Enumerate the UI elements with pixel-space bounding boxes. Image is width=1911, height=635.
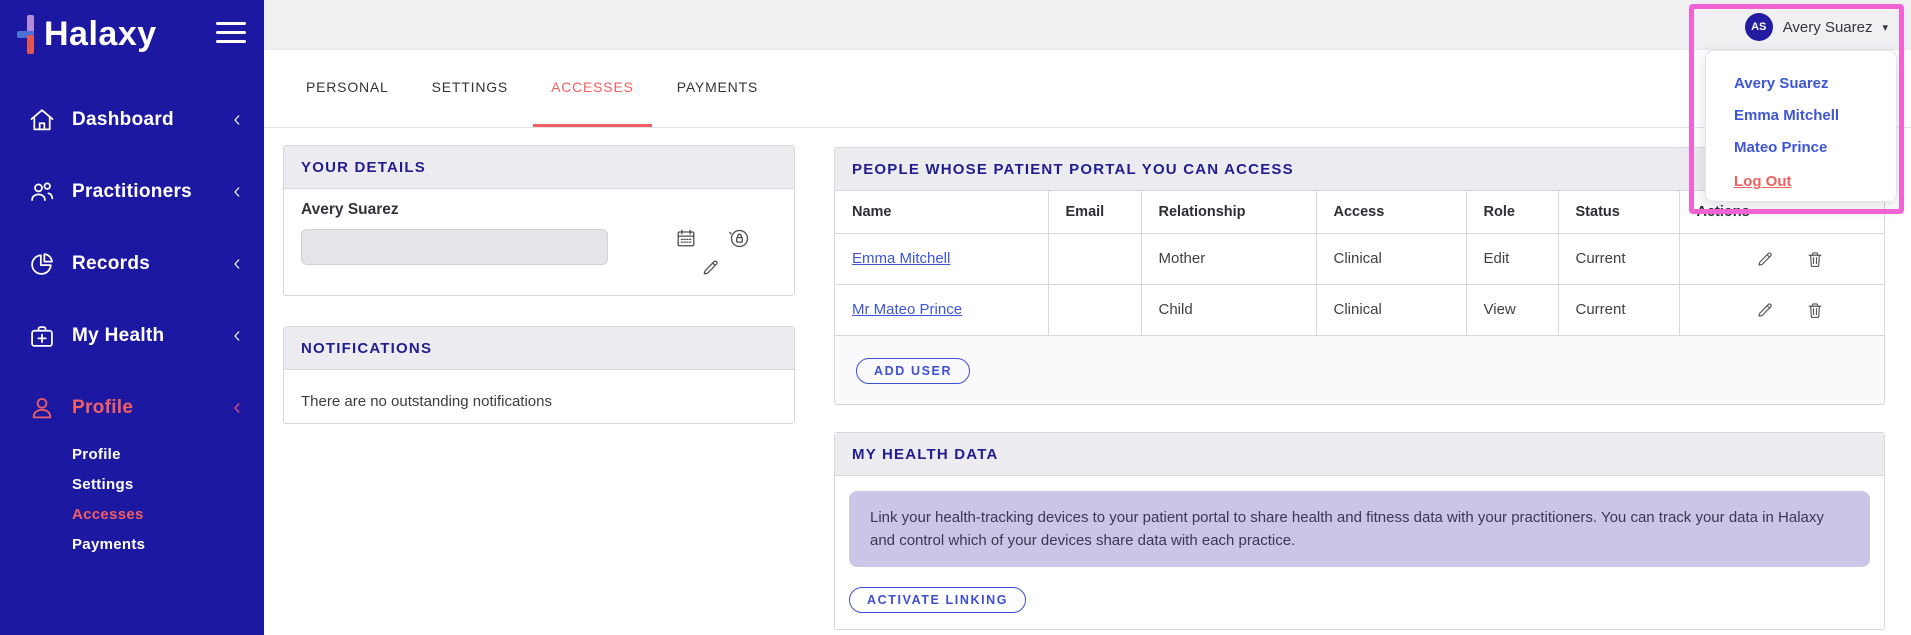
portal-access-title: PEOPLE WHOSE PATIENT PORTAL YOU CAN ACCE… <box>852 160 1294 178</box>
tab-settings[interactable]: SETTINGS <box>414 50 526 127</box>
hamburger-menu-icon[interactable] <box>216 22 246 45</box>
cell-email <box>1047 284 1142 336</box>
practitioners-icon <box>28 178 56 206</box>
edit-pencil-icon[interactable] <box>1755 249 1775 269</box>
cell-actions <box>1678 284 1884 336</box>
cell-relationship: Child <box>1140 284 1317 336</box>
tab-payments[interactable]: PAYMENTS <box>659 50 776 127</box>
sidebar-item-my-health[interactable]: My Health <box>0 300 264 372</box>
tab-personal[interactable]: PERSONAL <box>288 50 407 127</box>
reset-password-lock-icon[interactable] <box>727 226 749 248</box>
sidebar-item-records[interactable]: Records <box>0 228 264 300</box>
chevron-left-icon <box>230 329 244 343</box>
your-details-title: YOUR DETAILS <box>301 158 426 176</box>
user-dropdown-menu: Avery Suarez Emma Mitchell Mateo Prince … <box>1705 50 1897 202</box>
table-footer: ADD USER <box>835 336 1884 407</box>
notifications-message: There are no outstanding notifications <box>301 393 552 410</box>
menu-item-mateo-prince[interactable]: Mateo Prince <box>1734 132 1896 164</box>
notifications-title: NOTIFICATIONS <box>301 339 433 357</box>
cell-status: Current <box>1557 284 1680 336</box>
halaxy-logo[interactable]: Halaxy <box>16 10 157 58</box>
cell-status: Current <box>1557 233 1680 285</box>
health-linking-info: Link your health-tracking devices to you… <box>849 491 1870 567</box>
sidebar-nav: Dashboard Practitioners Records My Healt… <box>0 84 264 444</box>
cell-access: Clinical <box>1315 233 1467 285</box>
caret-down-icon: ▾ <box>1882 21 1888 34</box>
column-header-role: Role <box>1465 191 1559 234</box>
subnav-item-accesses[interactable]: Accesses <box>0 500 264 530</box>
sidebar-item-label: Records <box>72 253 151 274</box>
details-field[interactable] <box>301 229 608 265</box>
sidebar-item-practitioners[interactable]: Practitioners <box>0 156 264 228</box>
chevron-left-icon <box>230 401 244 415</box>
portal-access-table: Name Email Relationship Access Role Stat… <box>835 191 1884 336</box>
edit-pencil-icon[interactable] <box>700 257 722 279</box>
column-header-status: Status <box>1557 191 1680 234</box>
card-header: MY HEALTH DATA <box>835 433 1884 476</box>
menu-item-avery-suarez[interactable]: Avery Suarez <box>1734 68 1896 100</box>
avatar: AS <box>1744 13 1773 41</box>
delete-trash-icon[interactable] <box>1805 300 1825 320</box>
sidebar-item-label: Dashboard <box>72 109 174 130</box>
activate-linking-button[interactable]: ACTIVATE LINKING <box>849 587 1027 613</box>
my-health-icon <box>28 322 56 350</box>
your-details-card: YOUR DETAILS Avery Suarez <box>283 145 795 296</box>
cell-email <box>1047 233 1142 285</box>
my-health-data-card: MY HEALTH DATA Link your health-tracking… <box>834 432 1885 630</box>
column-header-email: Email <box>1047 191 1142 234</box>
my-health-data-body: Link your health-tracking devices to you… <box>835 476 1884 628</box>
card-header: YOUR DETAILS <box>284 146 794 189</box>
top-bar <box>264 0 1911 50</box>
chevron-left-icon <box>230 257 244 271</box>
cell-name: Mr Mateo Prince <box>835 284 1049 336</box>
chevron-left-icon <box>230 185 244 199</box>
table-row: Mr Mateo Prince Child Clinical View Curr… <box>835 284 1884 336</box>
menu-item-log-out[interactable]: Log Out <box>1734 166 1896 198</box>
my-health-data-title: MY HEALTH DATA <box>852 445 999 463</box>
table-row: Emma Mitchell Mother Clinical Edit Curre… <box>835 233 1884 285</box>
logo-text: Halaxy <box>44 14 157 53</box>
chevron-left-icon <box>230 113 244 127</box>
subnav-item-payments[interactable]: Payments <box>0 530 264 560</box>
sidebar-item-label: Practitioners <box>72 181 193 202</box>
subnav-item-settings[interactable]: Settings <box>0 470 264 500</box>
card-header: NOTIFICATIONS <box>284 327 794 370</box>
cell-access: Clinical <box>1315 284 1467 336</box>
user-menu-trigger[interactable]: AS Avery Suarez ▾ <box>1744 13 1888 41</box>
add-user-button[interactable]: ADD USER <box>856 358 971 384</box>
column-header-name: Name <box>835 191 1049 234</box>
sidebar-item-label: My Health <box>72 325 165 346</box>
notifications-card: NOTIFICATIONS There are no outstanding n… <box>283 326 795 424</box>
edit-pencil-icon[interactable] <box>1755 300 1775 320</box>
cell-role: View <box>1465 284 1559 336</box>
profile-subnav: Profile Settings Accesses Payments <box>0 440 264 560</box>
column-header-access: Access <box>1315 191 1467 234</box>
user-full-name: Avery Suarez <box>301 201 399 218</box>
profile-tabbar: PERSONAL SETTINGS ACCESSES PAYMENTS <box>264 50 1911 128</box>
menu-item-emma-mitchell[interactable]: Emma Mitchell <box>1734 100 1896 132</box>
patient-link[interactable]: Emma Mitchell <box>852 250 950 267</box>
column-header-relationship: Relationship <box>1140 191 1317 234</box>
tab-accesses[interactable]: ACCESSES <box>533 50 652 127</box>
profile-icon <box>28 394 56 422</box>
sidebar-item-dashboard[interactable]: Dashboard <box>0 84 264 156</box>
cell-name: Emma Mitchell <box>835 233 1049 285</box>
halaxy-app: Halaxy Dashboard Practitioners Records M… <box>0 0 1911 635</box>
cell-actions <box>1678 233 1884 285</box>
subnav-item-profile[interactable]: Profile <box>0 440 264 470</box>
cell-relationship: Mother <box>1140 233 1317 285</box>
patient-link[interactable]: Mr Mateo Prince <box>852 301 962 318</box>
user-name: Avery Suarez <box>1782 18 1873 36</box>
sidebar-item-profile[interactable]: Profile <box>0 372 264 444</box>
home-icon <box>28 106 56 134</box>
sidebar-item-label: Profile <box>72 397 134 418</box>
records-icon <box>28 250 56 278</box>
halaxy-plus-icon <box>16 10 42 58</box>
sidebar: Halaxy Dashboard Practitioners Records M… <box>0 0 264 635</box>
delete-trash-icon[interactable] <box>1805 249 1825 269</box>
your-details-body: Avery Suarez <box>284 189 794 296</box>
calendar-icon[interactable] <box>675 227 697 249</box>
cell-role: Edit <box>1465 233 1559 285</box>
